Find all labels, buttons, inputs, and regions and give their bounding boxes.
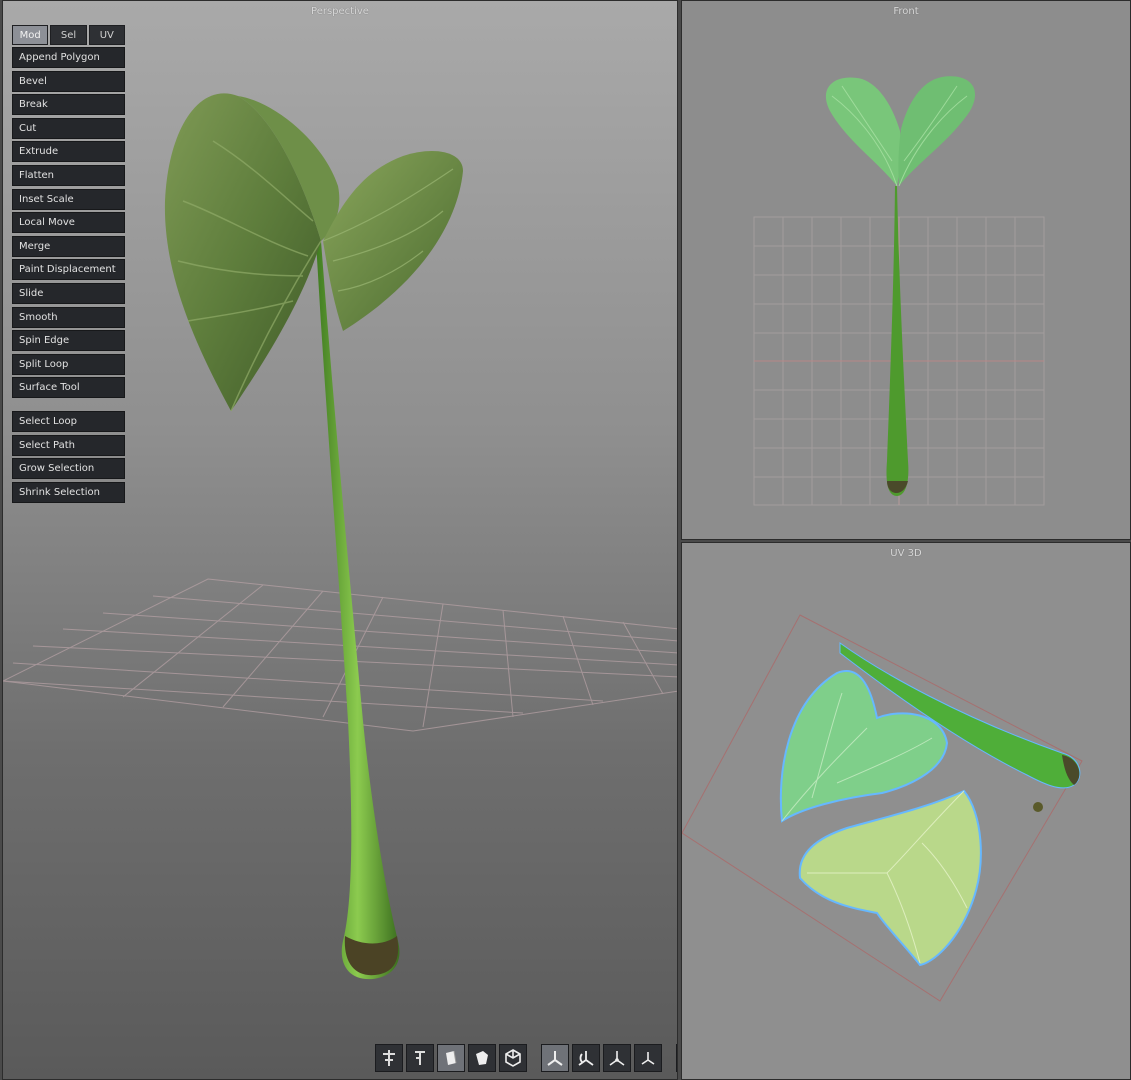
scale-tool-button[interactable] [406,1044,434,1072]
wireframe-cube-button[interactable] [499,1044,527,1072]
bottom-toolbar [375,1043,677,1073]
axis-rotate-icon [578,1051,594,1066]
tool-palette: Mod Sel UV Append Polygon Bevel Break Cu… [12,25,125,505]
paint-displacement-button[interactable]: Paint Displacement [12,259,125,281]
move-tool-button[interactable] [375,1044,403,1072]
axis-view-button[interactable] [541,1044,569,1072]
flatten-button[interactable]: Flatten [12,164,125,186]
grow-selection-button[interactable]: Grow Selection [12,458,125,480]
select-loop-button[interactable]: Select Loop [12,410,125,432]
uv-viewport[interactable]: UV 3D [681,542,1131,1080]
uv-scene [682,614,1083,1002]
front-leaf-left [825,77,901,186]
append-polygon-button[interactable]: Append Polygon [12,47,125,68]
tab-sel[interactable]: Sel [50,25,87,45]
shade-flat-button[interactable] [437,1044,465,1072]
surface-tool-button[interactable]: Surface Tool [12,377,125,399]
split-loop-button[interactable]: Split Loop [12,353,125,375]
axis-view-icon [547,1051,563,1066]
cut-button[interactable]: Cut [12,117,125,139]
bevel-button[interactable]: Bevel [12,70,125,92]
front-scene [753,76,1045,506]
select-path-button[interactable]: Select Path [12,434,125,456]
extrude-button[interactable]: Extrude [12,141,125,163]
curve-button[interactable] [676,1044,677,1072]
wireframe-cube-icon [505,1049,521,1067]
front-stem [886,186,909,496]
tool-tabs: Mod Sel UV [12,25,125,45]
perspective-viewport[interactable]: Perspective Mod Sel UV Append Polygon Be… [2,0,678,1080]
break-button[interactable]: Break [12,94,125,116]
merge-button[interactable]: Merge [12,235,125,257]
scale-tool-icon [415,1051,425,1065]
tab-uv[interactable]: UV [88,25,125,45]
front-leaf-right [898,76,976,186]
shrink-selection-button[interactable]: Shrink Selection [12,481,125,503]
axis-side-button[interactable] [634,1044,662,1072]
axis-front-icon [609,1051,625,1066]
smooth-button[interactable]: Smooth [12,306,125,328]
spin-edge-button[interactable]: Spin Edge [12,330,125,352]
shade-flat-icon [446,1050,457,1065]
tool-separator [12,401,125,411]
shade-smooth-button[interactable] [468,1044,496,1072]
uv-leaf-b-shell [798,789,982,967]
move-tool-icon [383,1050,395,1066]
inset-scale-button[interactable]: Inset Scale [12,188,125,210]
shade-smooth-icon [476,1051,488,1065]
axis-side-icon [641,1052,655,1065]
tab-mod[interactable]: Mod [12,25,49,45]
axis-front-button[interactable] [603,1044,631,1072]
front-viewport[interactable]: Front [681,0,1131,540]
local-move-button[interactable]: Local Move [12,212,125,234]
axis-rotate-button[interactable] [572,1044,600,1072]
stem-model [316,241,400,980]
slide-button[interactable]: Slide [12,282,125,304]
